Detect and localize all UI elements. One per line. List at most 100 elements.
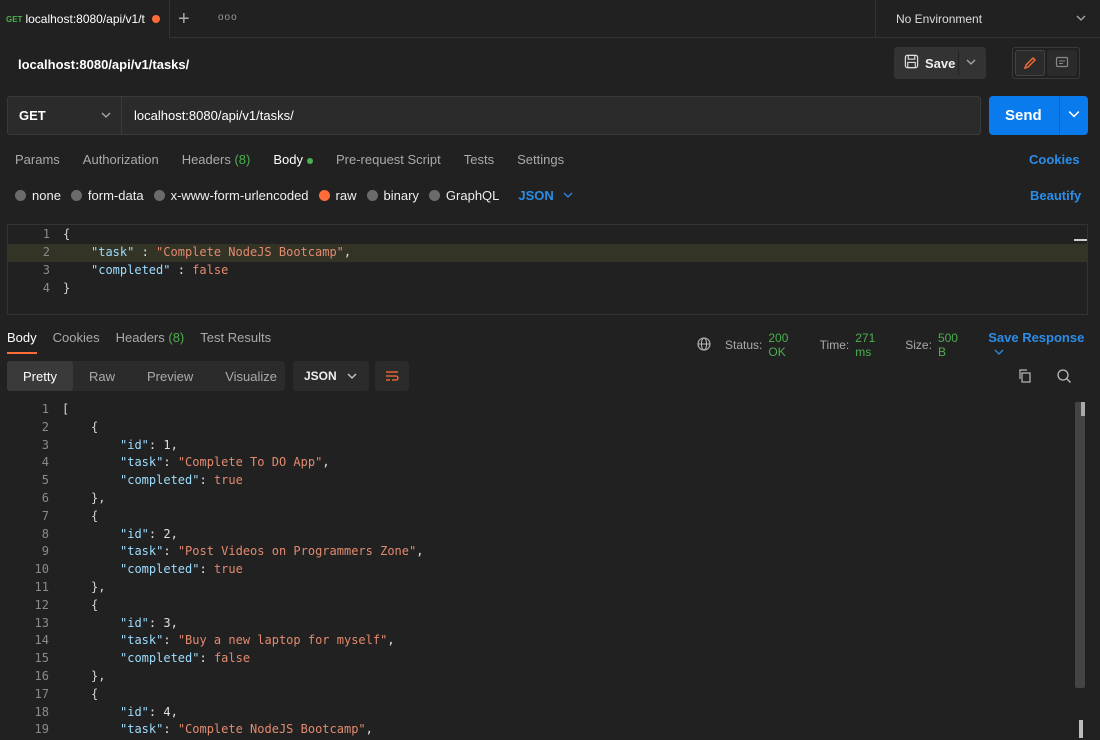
code-line: "task": "Complete To DO App", [120, 455, 330, 470]
radio-binary[interactable]: binary [366, 188, 419, 203]
resp-tab-headers[interactable]: Headers (8) [116, 330, 185, 345]
radio-urlencoded[interactable]: x-www-form-urlencoded [153, 188, 309, 203]
size-value[interactable]: 500 B [938, 331, 968, 359]
tab-body[interactable]: Body [273, 152, 313, 167]
search-icon[interactable] [1056, 368, 1072, 387]
radio-graphql-label: GraphQL [445, 188, 500, 203]
view-preview[interactable]: Preview [131, 361, 209, 391]
view-pretty[interactable]: Pretty [7, 361, 73, 391]
save-response-button[interactable]: Save Response [988, 330, 1100, 360]
time-label: Time: [819, 338, 850, 352]
resp-tab-headers-label: Headers [115, 330, 165, 345]
save-button[interactable]: Save [894, 47, 986, 79]
body-indicator-dot-icon [306, 157, 313, 164]
code-line: "task": "Complete NodeJS Bootcamp", [120, 722, 373, 737]
line-number: 13 [34, 615, 49, 630]
send-button[interactable]: Send [989, 96, 1088, 135]
tab-bar: GET localhost:8080/api/v1/t + ooo No Env… [0, 0, 1100, 38]
chevron-down-icon [563, 192, 573, 198]
radio-none[interactable]: none [15, 188, 61, 203]
tab-settings[interactable]: Settings [517, 152, 564, 167]
new-tab-plus-icon[interactable]: + [178, 8, 190, 31]
resp-tab-cookies[interactable]: Cookies [53, 330, 100, 345]
response-scrollbar[interactable] [1075, 402, 1085, 688]
wrap-lines-icon[interactable] [375, 361, 409, 391]
more-tabs-icon[interactable]: ooo [218, 12, 238, 23]
edit-pencil-icon[interactable] [1015, 50, 1046, 76]
radio-form-data[interactable]: form-data [70, 188, 144, 203]
code-line: "id": 1, [120, 437, 178, 452]
save-label: Save [925, 55, 956, 71]
response-format-select[interactable]: JSON [293, 361, 369, 391]
size-label: Size: [905, 338, 932, 352]
line-number: 16 [34, 669, 49, 683]
resp-tab-body[interactable]: Body [7, 330, 37, 354]
tab-title: localhost:8080/api/v1/t [25, 12, 145, 26]
line-number: 12 [34, 597, 49, 612]
radio-raw[interactable]: raw [318, 188, 357, 203]
body-format-select[interactable]: JSON [518, 188, 573, 203]
line-number: 4 [42, 281, 50, 295]
code-line: "id": 3, [120, 615, 178, 630]
environment-select[interactable]: No Environment [875, 0, 1100, 38]
line-number: 10 [34, 562, 49, 577]
tab-authorization[interactable]: Authorization [83, 152, 159, 167]
url-input[interactable]: localhost:8080/api/v1/tasks/ [134, 108, 294, 123]
line-number: 11 [34, 580, 49, 594]
cookies-link[interactable]: Cookies [1029, 152, 1080, 167]
radio-urlencoded-label: x-www-form-urlencoded [170, 188, 309, 203]
code-line: "completed": false [120, 651, 251, 666]
response-format-label: JSON [304, 369, 337, 383]
request-body-editor[interactable]: 1 2 3 4 { "task" : "Complete NodeJS Boot… [7, 224, 1088, 315]
tab-prerequest-script[interactable]: Pre-request Script [336, 152, 441, 167]
chevron-down-icon [101, 108, 111, 123]
comment-icon[interactable] [1047, 50, 1077, 76]
tab-method: GET [6, 14, 23, 24]
code-line: { [63, 227, 71, 241]
line-number: 2 [41, 419, 49, 434]
save-icon [904, 54, 919, 72]
beautify-link[interactable]: Beautify [1030, 188, 1081, 203]
method-select[interactable]: GET [8, 97, 122, 134]
line-number: 2 [42, 245, 50, 259]
code-line: }, [91, 669, 106, 683]
line-number: 17 [34, 686, 49, 701]
send-options-chevron-icon[interactable] [1068, 107, 1080, 124]
response-body-viewer[interactable]: 1 [2 {3 "id": 1, 4 "task": "Complete To DO Ap… [7, 400, 1088, 740]
line-number: 5 [41, 473, 49, 488]
line-number: 6 [41, 491, 49, 505]
code-line: "id": 2, [120, 526, 178, 541]
line-number: 15 [34, 651, 49, 666]
view-raw[interactable]: Raw [73, 361, 131, 391]
tab-body-label: Body [273, 152, 303, 167]
body-type-radios: none form-data x-www-form-urlencoded raw… [15, 188, 573, 203]
line-number: 7 [41, 508, 49, 523]
tab-headers-label: Headers [181, 152, 231, 167]
copy-icon[interactable] [1017, 368, 1033, 387]
line-number: 19 [34, 722, 49, 737]
response-tabs: Body Cookies Headers (8) Test Results [7, 330, 287, 354]
status-value[interactable]: 200 OK [768, 331, 807, 359]
radio-raw-label: raw [335, 188, 357, 203]
save-options-chevron-icon[interactable] [966, 55, 976, 70]
tab-headers[interactable]: Headers (8) [182, 152, 251, 167]
radio-none-label: none [32, 188, 61, 203]
line-number: 9 [41, 544, 49, 559]
code-line: } [63, 281, 71, 295]
code-line: }, [91, 491, 106, 505]
line-number: 3 [41, 437, 49, 452]
code-line: "id": 4, [120, 704, 178, 719]
view-visualize[interactable]: Visualize [209, 361, 293, 391]
request-tab[interactable]: GET localhost:8080/api/v1/t [0, 0, 170, 38]
radio-graphql[interactable]: GraphQL [428, 188, 500, 203]
time-value[interactable]: 271 ms [855, 331, 893, 359]
request-name[interactable]: localhost:8080/api/v1/tasks/ [18, 57, 189, 72]
line-number: 14 [34, 633, 49, 648]
tab-params[interactable]: Params [15, 152, 60, 167]
globe-icon[interactable] [697, 336, 711, 354]
line-number: 8 [41, 526, 49, 541]
headers-count: (8) [234, 152, 251, 167]
resp-tab-test-results[interactable]: Test Results [200, 330, 271, 345]
unsaved-dot-icon [151, 15, 160, 23]
tab-tests[interactable]: Tests [464, 152, 494, 167]
